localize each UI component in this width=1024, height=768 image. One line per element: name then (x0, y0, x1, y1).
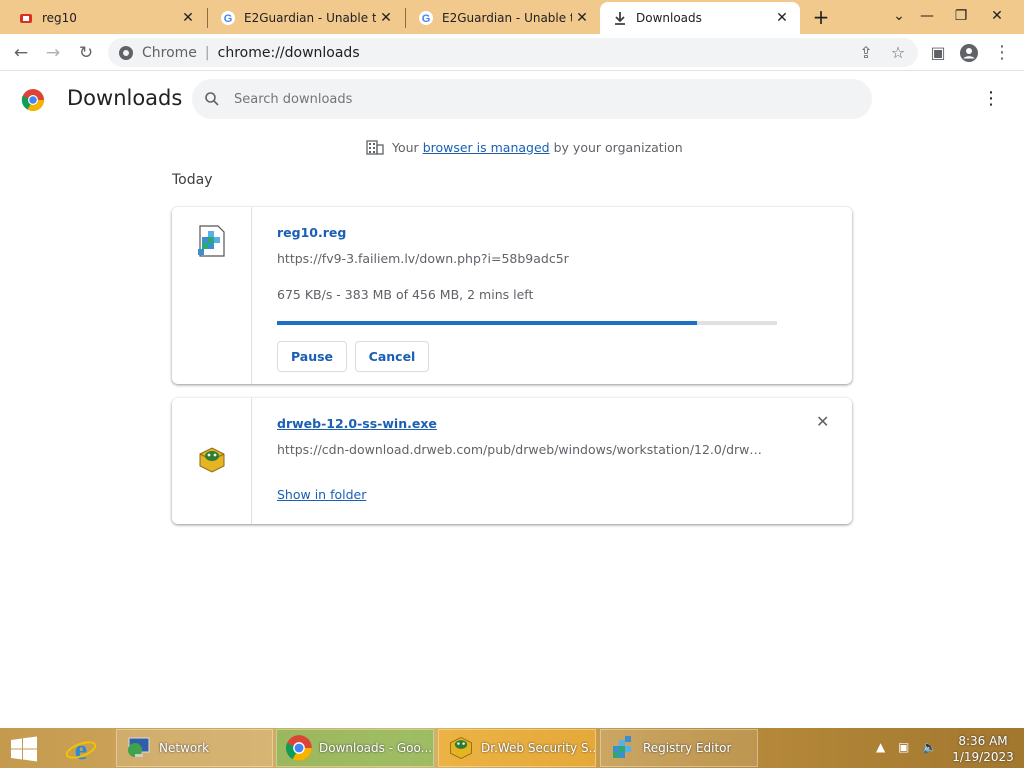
taskbar-item-label: Dr.Web Security S... (481, 741, 596, 755)
taskbar-item-label: Registry Editor (643, 741, 732, 755)
remove-from-list-icon[interactable]: ✕ (816, 412, 829, 431)
error-icon (20, 14, 32, 23)
bookmark-star-icon[interactable]: ☆ (885, 40, 911, 66)
search-box[interactable] (192, 79, 872, 119)
volume-icon[interactable]: 🔈 (922, 740, 937, 754)
reload-button[interactable]: ↻ (73, 40, 99, 66)
tab-title: E2Guardian - Unable to load (442, 11, 572, 25)
reg-file-icon (198, 225, 225, 257)
address-bar[interactable]: Chrome | chrome://downloads (108, 38, 918, 67)
close-tab-icon[interactable]: ✕ (376, 10, 396, 26)
show-in-folder-link[interactable]: Show in folder (277, 487, 366, 502)
share-icon[interactable]: ⇪ (853, 40, 879, 66)
more-actions-icon[interactable]: ⋮ (982, 87, 1000, 111)
close-tab-icon[interactable]: ✕ (572, 10, 592, 26)
tab-reg10[interactable]: reg10 ✕ (6, 2, 206, 34)
browser-toolbar: ← → ↻ Chrome | chrome://downloads ⇪ ☆ ▣ … (0, 34, 1024, 71)
profile-avatar[interactable] (956, 40, 982, 66)
drweb-icon (450, 737, 472, 759)
forward-button[interactable]: → (40, 40, 66, 66)
managed-suffix: by your organization (553, 139, 683, 155)
managed-notice: Your browser is managed by your organiza… (366, 139, 683, 155)
minimize-button[interactable]: — (910, 0, 944, 34)
progress-fill (277, 321, 697, 325)
restore-button[interactable]: ❐ (944, 0, 978, 34)
clock-date: 1/19/2023 (952, 750, 1014, 764)
show-hidden-icons-chevron-icon[interactable]: ▲ (876, 740, 885, 754)
tab-downloads[interactable]: Downloads ✕ (600, 2, 800, 34)
internet-explorer-icon[interactable]: e (64, 732, 98, 764)
new-tab-button[interactable]: + (808, 4, 834, 30)
windows-start-icon[interactable] (8, 736, 40, 762)
download-icon (615, 12, 625, 25)
chrome-icon (285, 735, 312, 761)
system-clock[interactable]: 8:36 AM 1/19/2023 (952, 733, 1014, 765)
tab-e2guardian-2[interactable]: G E2Guardian - Unable to load ✕ (406, 2, 600, 34)
tab-title: E2Guardian - Unable to load (244, 11, 376, 25)
download-url: https://fv9-3.failiem.lv/down.php?i=58b9… (277, 251, 569, 266)
download-filename[interactable]: drweb-12.0-ss-win.exe (277, 416, 437, 431)
managed-prefix: Your (392, 139, 419, 155)
title-bar: reg10 ✕ G E2Guardian - Unable to load ✕ … (0, 0, 1024, 34)
url-text: chrome://downloads (217, 44, 360, 61)
back-button[interactable]: ← (8, 40, 34, 66)
google-icon: G (419, 11, 433, 25)
network-tray-icon[interactable]: ▣ (898, 740, 909, 754)
download-item-drweb: drweb-12.0-ss-win.exe ✕ https://cdn-down… (172, 398, 852, 524)
svg-text:e: e (75, 735, 87, 764)
network-icon (128, 737, 150, 757)
tab-title: reg10 (42, 11, 77, 25)
search-input[interactable] (234, 91, 834, 107)
tab-title: Downloads (636, 11, 702, 25)
profile-icon (960, 44, 978, 62)
drweb-icon (199, 447, 225, 473)
scheme-label: Chrome (142, 44, 197, 61)
download-status: 675 KB/s - 383 MB of 456 MB, 2 mins left (277, 287, 534, 302)
close-tab-icon[interactable]: ✕ (772, 10, 792, 26)
pause-button[interactable]: Pause (277, 341, 347, 372)
download-url: https://cdn-download.drweb.com/pub/drweb… (277, 442, 769, 457)
google-icon: G (221, 11, 235, 25)
page-title: Downloads (67, 86, 183, 110)
download-item-reg10: reg10.reg https://fv9-3.failiem.lv/down.… (172, 207, 852, 384)
taskbar-item-network[interactable]: Network (116, 729, 273, 767)
download-progress-bar (277, 321, 777, 325)
svg-text:G: G (224, 13, 233, 25)
managed-link[interactable]: browser is managed (423, 140, 550, 155)
close-window-button[interactable]: ✕ (980, 0, 1014, 34)
registry-editor-icon (613, 736, 631, 758)
omnibox-separator: | (204, 44, 210, 61)
taskbar-item-registry-editor[interactable]: Registry Editor (600, 729, 758, 767)
search-icon (205, 92, 219, 106)
taskbar-item-drweb[interactable]: Dr.Web Security S... (438, 729, 596, 767)
taskbar-item-label: Network (159, 741, 210, 755)
side-panel-icon[interactable]: ▣ (925, 40, 951, 66)
download-filename[interactable]: reg10.reg (277, 225, 346, 240)
taskbar: e Network Downloads - Goo... Dr.Web Secu… (0, 728, 1024, 768)
svg-text:G: G (422, 13, 431, 25)
browser-menu-icon[interactable]: ⋮ (989, 40, 1015, 66)
taskbar-item-chrome[interactable]: Downloads - Goo... (276, 729, 434, 767)
date-section-header: Today (172, 172, 213, 188)
tab-e2guardian-1[interactable]: G E2Guardian - Unable to load ✕ (208, 2, 404, 34)
downloads-page: Downloads ⋮ Your browser is managed by y… (0, 71, 1024, 728)
chrome-icon (119, 45, 133, 60)
clock-time: 8:36 AM (958, 734, 1008, 748)
close-tab-icon[interactable]: ✕ (178, 10, 198, 26)
chrome-logo-icon (21, 89, 44, 111)
building-icon (366, 140, 384, 155)
taskbar-item-label: Downloads - Goo... (319, 741, 433, 755)
cancel-button[interactable]: Cancel (355, 341, 429, 372)
